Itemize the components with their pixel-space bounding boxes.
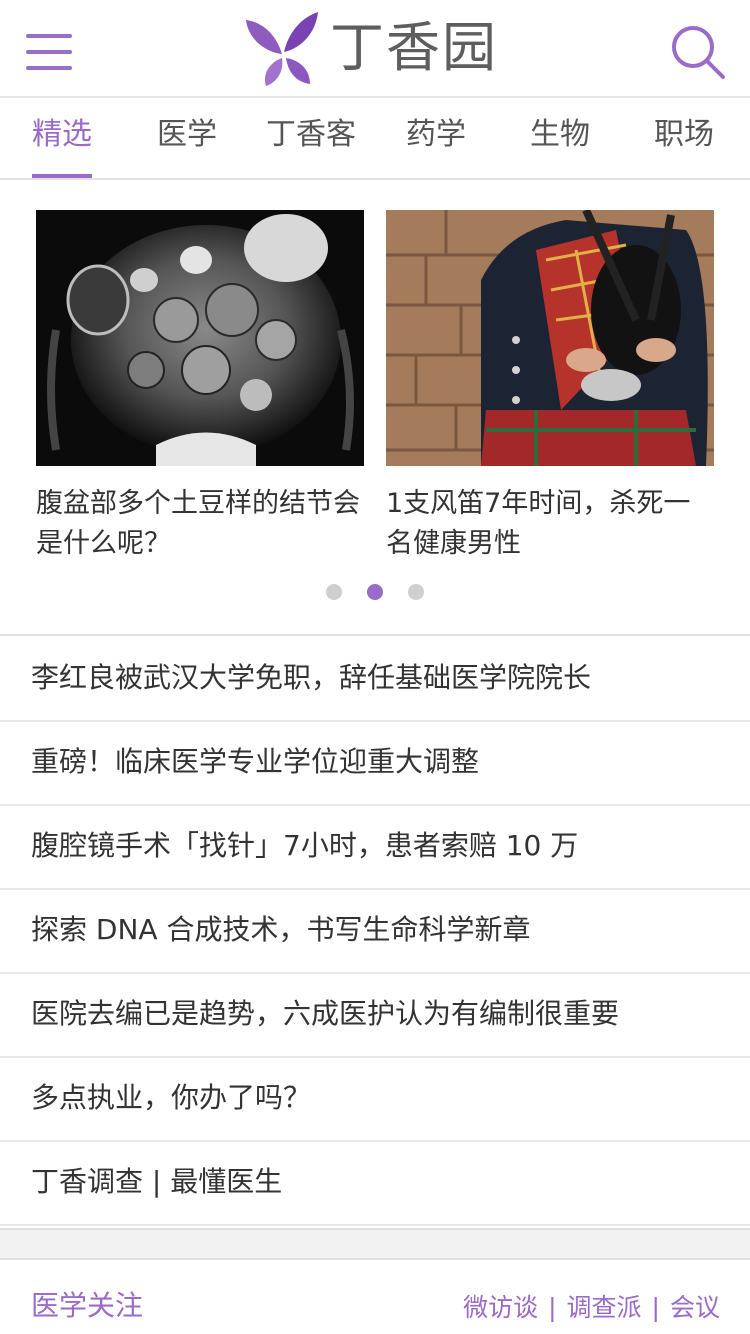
- carousel-card-mri[interactable]: 腹盆部多个土豆样的结节会是什么呢？: [36, 210, 364, 564]
- link-separator: |: [548, 1293, 557, 1322]
- news-item[interactable]: 多点执业，你办了吗？: [0, 1058, 750, 1142]
- news-item[interactable]: 重磅！临床医学专业学位迎重大调整: [0, 722, 750, 806]
- news-list: 李红良被武汉大学免职，辞任基础医学院院长 重磅！临床医学专业学位迎重大调整 腹腔…: [0, 638, 750, 1226]
- hamburger-menu-icon[interactable]: [26, 34, 72, 72]
- logo-text: 丁香园: [330, 16, 498, 79]
- news-item[interactable]: 医院去编已是趋势，六成医护认为有编制很重要: [0, 974, 750, 1058]
- medical-focus-section: 医学关注 微访谈 | 调查派 | 会议: [0, 1260, 750, 1334]
- news-item[interactable]: 探索 DNA 合成技术，书写生命科学新章: [0, 890, 750, 974]
- bagpiper-photo: [386, 210, 714, 466]
- tab-medicine[interactable]: 医学: [157, 98, 217, 178]
- carousel-dot-1[interactable]: [326, 584, 342, 600]
- carousel-card-title: 1支风笛7年时间，杀死一名健康男性: [386, 488, 691, 559]
- tab-biology[interactable]: 生物: [530, 98, 590, 178]
- tab-dxyer[interactable]: 丁香客: [266, 98, 356, 178]
- lilac-flower-icon: [246, 12, 318, 86]
- tab-pharmacy[interactable]: 药学: [406, 98, 466, 178]
- category-tabs: 精选 医学 丁香客 药学 生物 职场: [0, 98, 750, 180]
- link-separator: |: [651, 1293, 660, 1322]
- carousel-dot-2[interactable]: [367, 584, 383, 600]
- section-links: 微访谈 | 调查派 | 会议: [463, 1288, 720, 1324]
- app-header: 丁香园: [0, 0, 750, 98]
- section-title: 医学关注: [31, 1289, 144, 1322]
- carousel-card-title: 腹盆部多个土豆样的结节会是什么呢？: [36, 488, 360, 559]
- search-icon[interactable]: [670, 24, 726, 80]
- link-conference[interactable]: 会议: [670, 1293, 720, 1322]
- carousel-dot-3[interactable]: [408, 584, 424, 600]
- link-survey[interactable]: 调查派: [567, 1293, 642, 1322]
- carousel-card-bagpipe[interactable]: 1支风笛7年时间，杀死一名健康男性: [386, 210, 714, 564]
- tab-featured[interactable]: 精选: [32, 98, 92, 178]
- section-divider: [0, 1228, 750, 1260]
- tab-career[interactable]: 职场: [654, 98, 714, 178]
- link-interview[interactable]: 微访谈: [463, 1293, 538, 1322]
- news-item[interactable]: 丁香调查 | 最懂医生: [0, 1142, 750, 1226]
- featured-carousel[interactable]: 腹盆部多个土豆样的结节会是什么呢？ 1支风笛7年时间，杀死一名健康男性: [0, 180, 750, 636]
- carousel-pagination: [0, 584, 750, 604]
- news-item[interactable]: 腹腔镜手术「找针」7小时，患者索赔 10 万: [0, 806, 750, 890]
- news-item[interactable]: 李红良被武汉大学免职，辞任基础医学院院长: [0, 638, 750, 722]
- mri-scan-image: [36, 210, 364, 466]
- dxy-logo[interactable]: 丁香园: [244, 8, 514, 88]
